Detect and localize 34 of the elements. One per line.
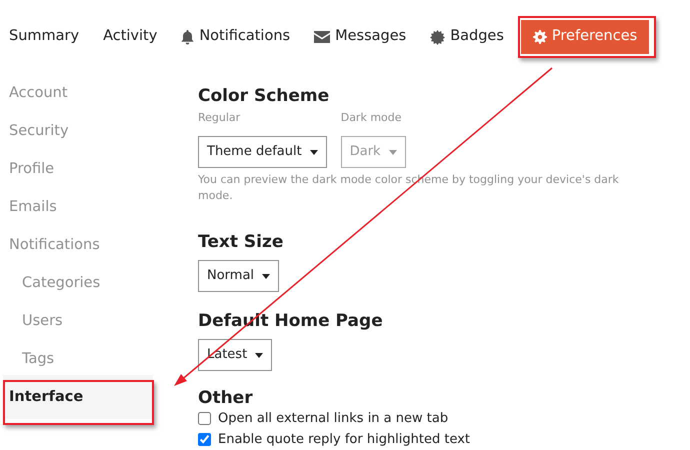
nav-tab[interactable]: Activity <box>96 20 164 54</box>
checkbox-label: Enable quote reply for highlighted text <box>218 431 470 449</box>
bell-icon <box>181 30 194 44</box>
section-heading: Other <box>198 388 254 408</box>
sidebar-item[interactable]: Users <box>3 302 153 340</box>
caret-icon <box>310 150 318 154</box>
sidebar-item[interactable]: Tags <box>3 340 153 378</box>
envelope-icon <box>314 31 330 43</box>
checkbox[interactable] <box>198 412 211 425</box>
nav-tab[interactable]: Messages <box>307 20 414 54</box>
section-heading: Color Scheme <box>198 85 330 108</box>
dropdown-select[interactable]: Theme default <box>198 136 327 168</box>
sidebar-item[interactable]: Emails <box>3 188 153 226</box>
section-heading: Text Size <box>198 231 284 254</box>
sidebar-item[interactable]: Security <box>3 112 153 150</box>
nav-tab[interactable]: Preferences <box>520 20 650 54</box>
checkbox[interactable] <box>198 433 211 446</box>
dropdown-select[interactable]: Normal <box>198 260 280 292</box>
sidebar-item[interactable]: Notifications <box>3 226 153 264</box>
sidebar-item[interactable]: Account <box>3 74 153 112</box>
caret-icon <box>255 352 264 358</box>
field-label: Dark mode <box>340 110 403 126</box>
checkbox-label: Open all external links in a new tab <box>218 410 448 428</box>
badge-icon <box>430 30 446 44</box>
gear-icon <box>532 30 547 44</box>
caret-icon <box>388 150 397 154</box>
nav-tab[interactable]: Badges <box>423 20 511 54</box>
nav-tab[interactable]: Notifications <box>174 20 298 54</box>
caret-icon <box>262 274 270 278</box>
sidebar-item[interactable]: Interface <box>3 375 153 419</box>
nav-tab[interactable]: Summary <box>2 20 86 54</box>
field-label: Regular <box>198 110 242 126</box>
sidebar-item[interactable]: Profile <box>3 150 153 188</box>
sidebar-item[interactable]: Categories <box>3 264 153 302</box>
